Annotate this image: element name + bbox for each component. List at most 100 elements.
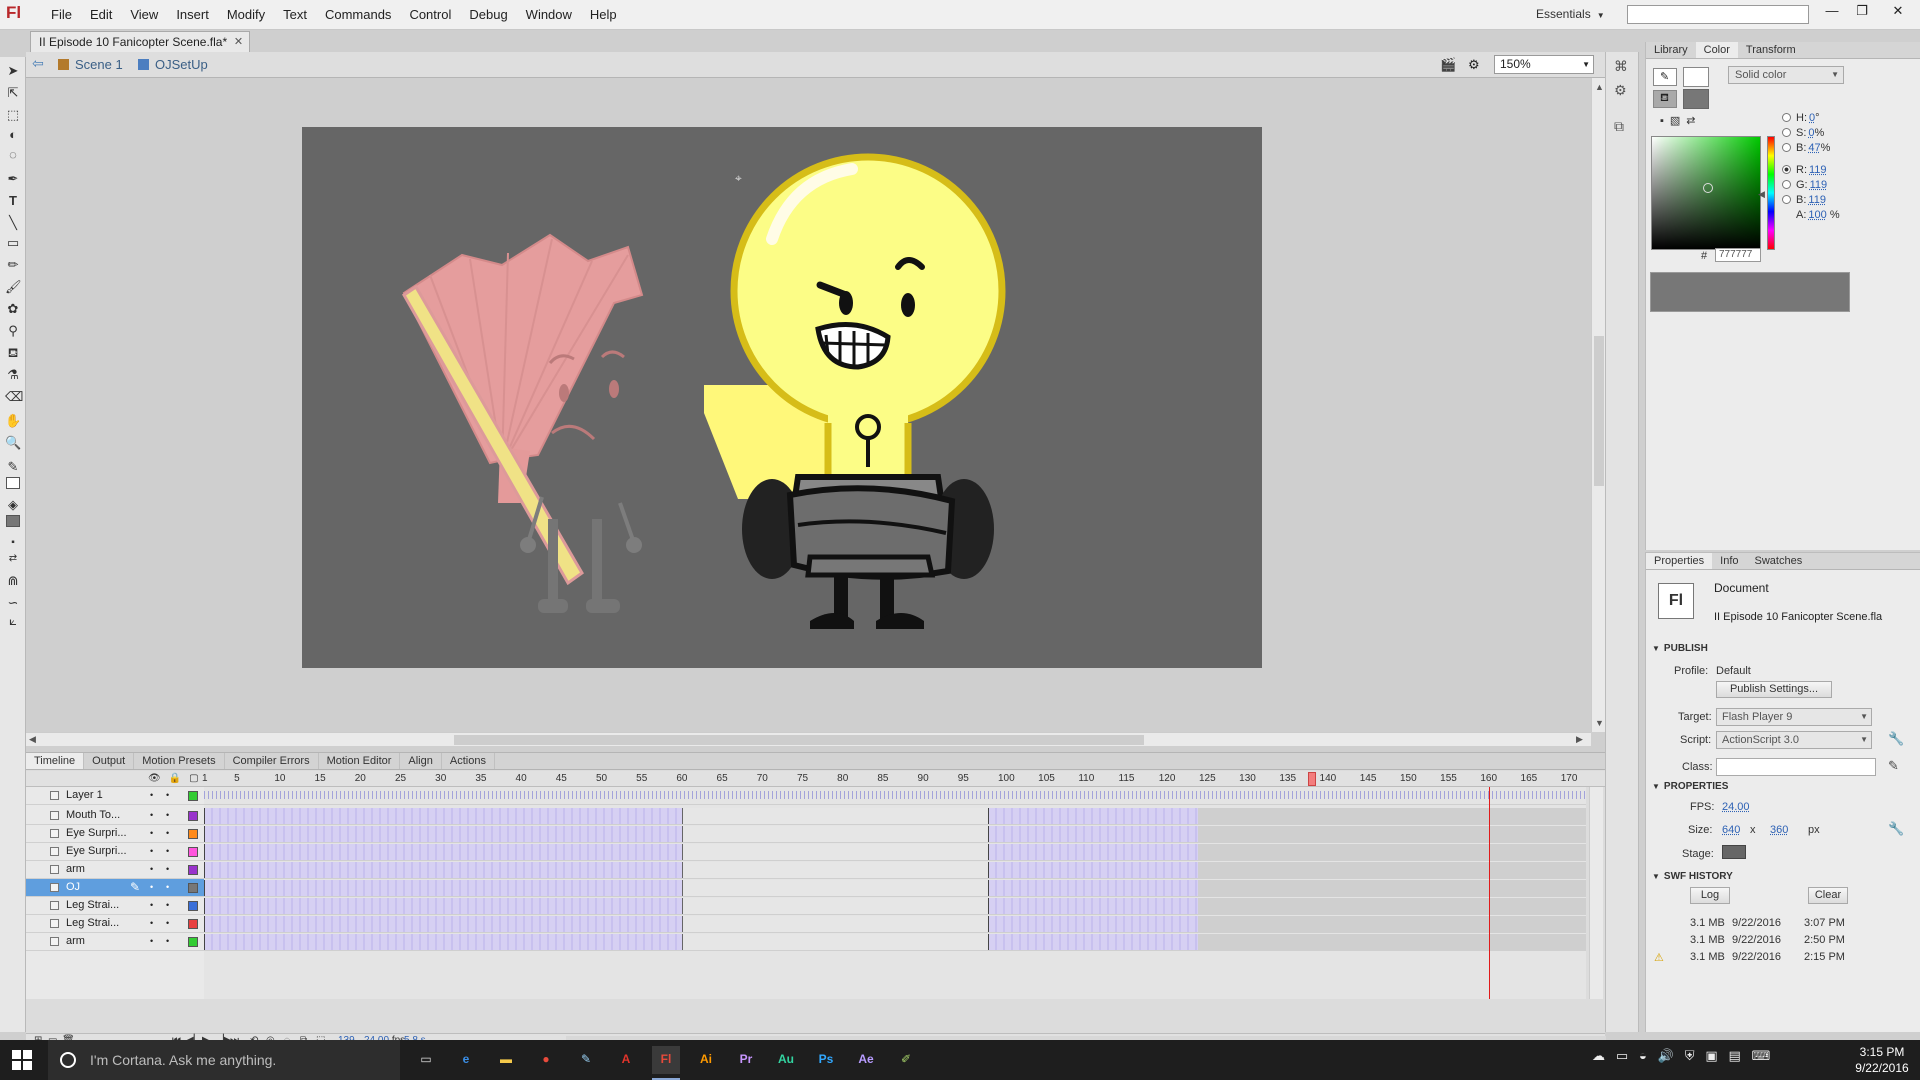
motion-presets-icon[interactable]: ⌘ bbox=[1614, 58, 1628, 75]
taskbar-after-effects-icon[interactable]: Ae bbox=[852, 1046, 880, 1074]
default-colors-icon[interactable]: ▪ bbox=[5, 535, 21, 551]
menu-control[interactable]: Control bbox=[400, 0, 460, 30]
edit-scene-icon[interactable]: 🎬 bbox=[1440, 57, 1456, 73]
layer-name[interactable]: Leg Strai... bbox=[66, 917, 119, 929]
color-type-select[interactable]: Solid color ▼ bbox=[1728, 66, 1844, 84]
tween-span[interactable] bbox=[988, 898, 1198, 914]
display-icon[interactable]: ▭ bbox=[1616, 1048, 1628, 1063]
tab-transform[interactable]: Transform bbox=[1738, 42, 1804, 58]
lock-dot-icon[interactable]: • bbox=[166, 790, 169, 800]
menu-commands[interactable]: Commands bbox=[316, 0, 400, 30]
layer-row[interactable]: OJ • • ✎ bbox=[26, 879, 204, 897]
back-arrow-icon[interactable]: ⇦ bbox=[32, 55, 44, 72]
taskbar-task-view-icon[interactable]: ▭ bbox=[412, 1046, 440, 1074]
layer-visibility-lock-outline-icons[interactable]: 👁🔒▢ bbox=[148, 773, 207, 784]
menu-insert[interactable]: Insert bbox=[167, 0, 218, 30]
tween-span[interactable] bbox=[204, 880, 682, 896]
target-select[interactable]: Flash Player 9 ▼ bbox=[1716, 708, 1872, 726]
tween-span[interactable] bbox=[988, 880, 1198, 896]
tab-info[interactable]: Info bbox=[1712, 553, 1746, 569]
lock-dot-icon[interactable]: • bbox=[166, 900, 169, 910]
publish-settings-button[interactable]: Publish Settings... bbox=[1716, 681, 1832, 698]
lock-dot-icon[interactable]: • bbox=[166, 918, 169, 928]
fill-color-button[interactable]: ⛾ bbox=[1653, 90, 1677, 108]
document-tab[interactable]: II Episode 10 Fanicopter Scene.fla* ✕ bbox=[30, 31, 251, 52]
breadcrumb-scene[interactable]: Scene 1 bbox=[58, 57, 123, 72]
blue-radio[interactable] bbox=[1782, 195, 1791, 204]
restore-button[interactable]: ❐ bbox=[1848, 2, 1876, 22]
edit-class-pencil-icon[interactable]: ✎ bbox=[1888, 758, 1899, 774]
publish-section-header[interactable]: ▼ PUBLISH bbox=[1652, 643, 1708, 654]
fps-value[interactable]: 24.00 bbox=[1722, 801, 1750, 813]
rectangle-tool-icon[interactable]: ▭ bbox=[5, 235, 21, 251]
scroll-left-icon[interactable]: ◀ bbox=[29, 734, 36, 745]
blue-field[interactable]: B: 119 bbox=[1782, 194, 1826, 206]
hex-input[interactable]: 777777 bbox=[1715, 248, 1761, 262]
tween-span[interactable] bbox=[204, 844, 682, 860]
tab-compiler-errors[interactable]: Compiler Errors bbox=[225, 753, 319, 769]
minimize-button[interactable]: — bbox=[1818, 2, 1846, 22]
tween-span[interactable] bbox=[988, 844, 1198, 860]
blank-span[interactable] bbox=[682, 844, 988, 860]
eraser-tool-icon[interactable]: ⌫ bbox=[5, 389, 23, 405]
close-icon[interactable]: ✕ bbox=[234, 32, 243, 52]
stage-horizontal-scrollbar[interactable]: ◀ ▶ bbox=[26, 732, 1591, 746]
tween-span[interactable] bbox=[988, 808, 1198, 824]
taskbar-paint-icon[interactable]: ✎ bbox=[572, 1046, 600, 1074]
tween-span[interactable] bbox=[204, 862, 682, 878]
visibility-dot-icon[interactable]: • bbox=[150, 936, 153, 946]
line-tool-icon[interactable]: ╲ bbox=[5, 215, 21, 231]
layer-row[interactable]: Mouth To... • • bbox=[26, 807, 204, 825]
notifications-icon[interactable]: ▤ bbox=[1728, 1048, 1740, 1063]
class-input[interactable] bbox=[1716, 758, 1876, 776]
tab-motion-editor[interactable]: Motion Editor bbox=[319, 753, 401, 769]
wrench-icon[interactable]: 🔧 bbox=[1888, 731, 1904, 747]
menu-text[interactable]: Text bbox=[274, 0, 316, 30]
visibility-dot-icon[interactable]: • bbox=[150, 846, 153, 856]
edit-symbols-icon[interactable]: ⚙ bbox=[1468, 57, 1480, 73]
visibility-dot-icon[interactable]: • bbox=[150, 790, 153, 800]
pen-tool-icon[interactable]: ✒ bbox=[5, 171, 21, 187]
zoom-tool-icon[interactable]: 🔍 bbox=[5, 435, 21, 451]
layer-name[interactable]: Leg Strai... bbox=[66, 899, 119, 911]
layer-row[interactable]: arm • • bbox=[26, 933, 204, 951]
tween-span[interactable] bbox=[988, 862, 1198, 878]
tween-span[interactable] bbox=[988, 934, 1198, 950]
green-field[interactable]: G: 119 bbox=[1782, 179, 1827, 191]
volume-icon[interactable]: 🔊 bbox=[1658, 1048, 1674, 1063]
color-picker-field[interactable] bbox=[1651, 136, 1761, 250]
color-picker-handle[interactable] bbox=[1703, 183, 1713, 193]
layer-outline-color[interactable] bbox=[188, 883, 198, 893]
layer-outline-color[interactable] bbox=[188, 791, 198, 801]
subselection-tool-icon[interactable]: ⇱ bbox=[5, 85, 21, 101]
bone-tool-icon[interactable]: ⚲ bbox=[5, 323, 21, 339]
workspace-switcher[interactable]: Essentials ▼ bbox=[1536, 7, 1605, 21]
tween-span[interactable] bbox=[204, 826, 682, 842]
layer-row[interactable]: Eye Surpri... • • bbox=[26, 825, 204, 843]
tween-span[interactable] bbox=[204, 916, 682, 932]
menu-help[interactable]: Help bbox=[581, 0, 626, 30]
swatch-options[interactable]: ▪▧⇄ bbox=[1660, 114, 1702, 127]
saturation-field[interactable]: S: 0% bbox=[1782, 127, 1824, 139]
layer-outline-color[interactable] bbox=[188, 847, 198, 857]
components-icon[interactable]: ⚙ bbox=[1614, 82, 1627, 99]
frame-ruler[interactable]: 1 5 10 15 20 25 30 35 40 45 50 55 60 65 70 75 80 85 90 95 10… bbox=[202, 771, 1604, 787]
lock-dot-icon[interactable]: • bbox=[166, 882, 169, 892]
layer-row[interactable]: Eye Surpri... • • bbox=[26, 843, 204, 861]
taskbar-audition-icon[interactable]: Au bbox=[772, 1046, 800, 1074]
tab-align[interactable]: Align bbox=[400, 753, 442, 769]
selection-tool-icon[interactable]: ➤ bbox=[5, 63, 21, 79]
lock-dot-icon[interactable]: • bbox=[166, 828, 169, 838]
stroke-swatch[interactable] bbox=[6, 477, 20, 489]
alpha-field[interactable]: A: 100 % bbox=[1796, 209, 1840, 221]
visibility-dot-icon[interactable]: • bbox=[150, 900, 153, 910]
stage[interactable]: ⌖ bbox=[302, 127, 1262, 668]
fill-swatch[interactable] bbox=[6, 515, 20, 527]
red-radio[interactable] bbox=[1782, 165, 1791, 174]
taskbar-file-explorer-icon[interactable]: ▬ bbox=[492, 1046, 520, 1074]
cortana-search[interactable]: I'm Cortana. Ask me anything. bbox=[48, 1040, 400, 1080]
taskbar-photoshop-icon[interactable]: Ps bbox=[812, 1046, 840, 1074]
timeline-vertical-scrollbar[interactable] bbox=[1589, 787, 1603, 999]
tween-span[interactable] bbox=[204, 898, 682, 914]
lock-dot-icon[interactable]: • bbox=[166, 936, 169, 946]
